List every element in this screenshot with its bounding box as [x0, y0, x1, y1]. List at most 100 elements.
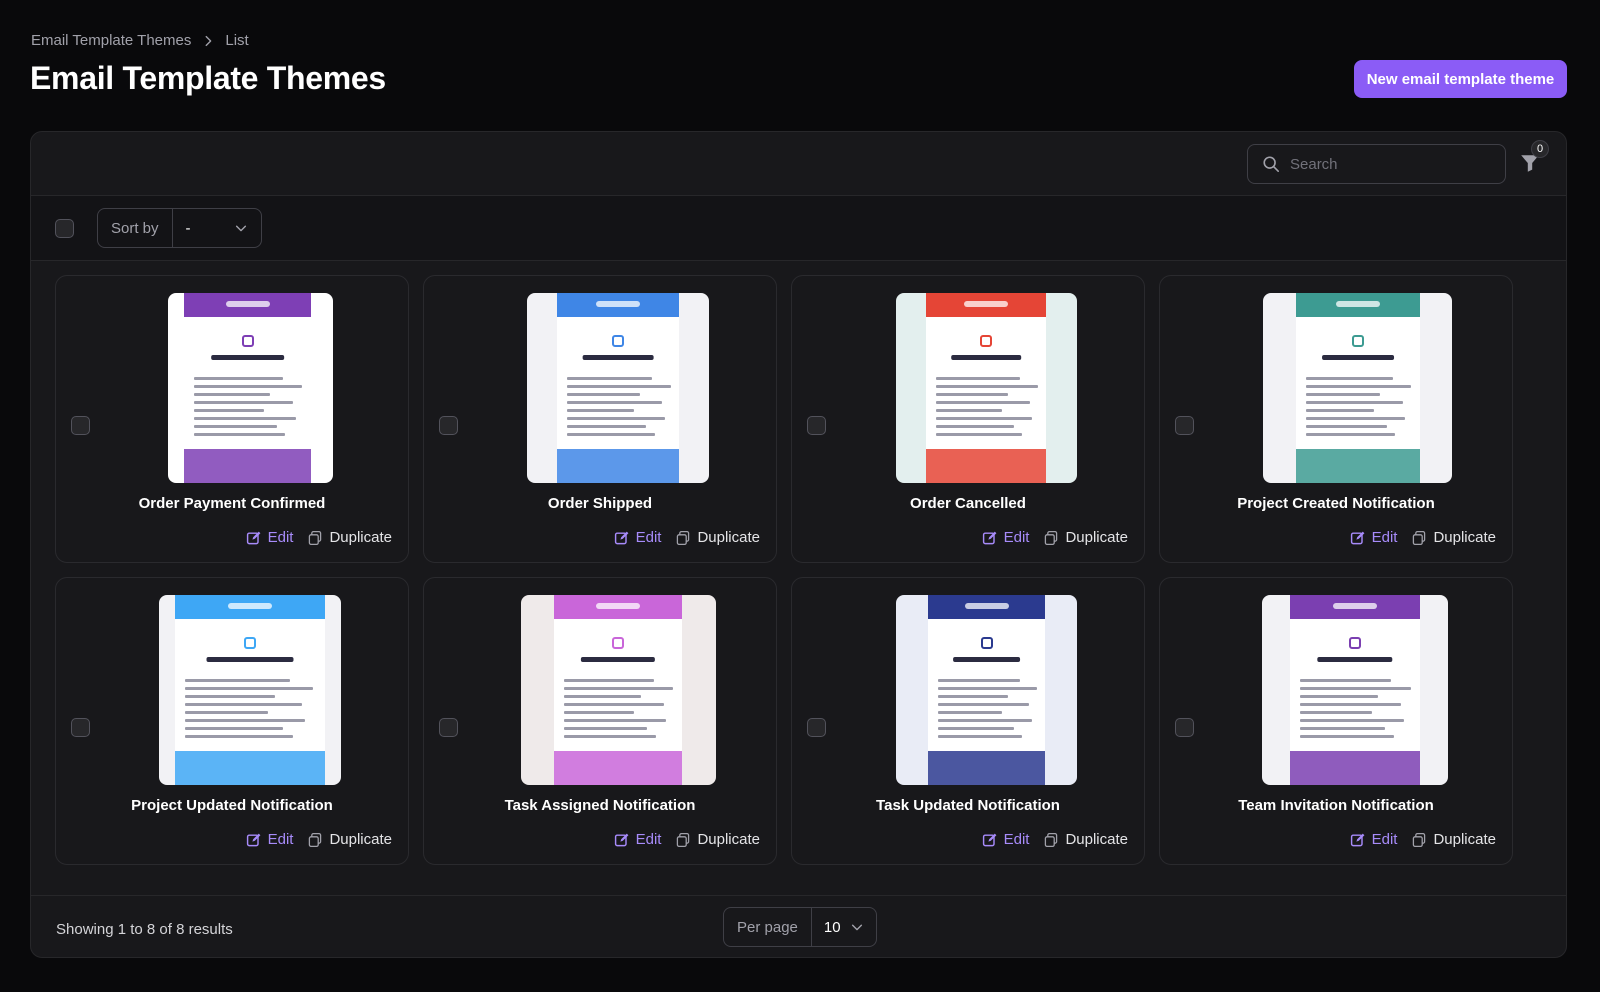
preview-text-line [1300, 703, 1402, 706]
edit-label: Edit [635, 831, 662, 848]
duplicate-button[interactable]: Duplicate [307, 831, 392, 848]
preview-icon [980, 335, 992, 347]
breadcrumb-parent[interactable]: Email Template Themes [31, 32, 191, 49]
template-preview-image[interactable] [1263, 293, 1452, 483]
preview-text-line [938, 695, 1009, 698]
edit-button[interactable]: Edit [1350, 831, 1397, 848]
preview-text-line [1306, 385, 1412, 388]
template-preview-image[interactable] [159, 595, 341, 785]
preview-text-line [564, 687, 673, 690]
card-actions: Edit Duplicate [982, 529, 1128, 546]
company-logo-icon [228, 603, 272, 609]
duplicate-button[interactable]: Duplicate [1411, 831, 1496, 848]
preview-text-line [194, 377, 283, 380]
preview-footer-band [184, 449, 311, 483]
duplicate-label: Duplicate [1433, 529, 1496, 546]
preview-text-line [564, 703, 664, 706]
copy-icon [1413, 530, 1426, 545]
preview-text-line [936, 425, 1014, 428]
duplicate-button[interactable]: Duplicate [675, 831, 760, 848]
card-select-checkbox[interactable] [71, 416, 90, 435]
preview-text-line [936, 417, 1032, 420]
template-card: Task Assigned Notification Edit Duplicat… [423, 577, 777, 865]
copy-icon [1045, 530, 1058, 545]
duplicate-button[interactable]: Duplicate [675, 529, 760, 546]
duplicate-button[interactable]: Duplicate [1411, 529, 1496, 546]
search-input[interactable] [1290, 155, 1480, 173]
edit-button[interactable]: Edit [246, 529, 293, 546]
duplicate-button[interactable]: Duplicate [307, 529, 392, 546]
company-logo-icon [1333, 603, 1377, 609]
template-preview-image[interactable] [1262, 595, 1448, 785]
results-summary: Showing 1 to 8 of 8 results [56, 921, 233, 938]
preview-text-line [194, 401, 294, 404]
edit-icon [246, 833, 260, 846]
card-select-checkbox[interactable] [1175, 416, 1194, 435]
template-preview-image[interactable] [896, 293, 1077, 483]
new-email-template-theme-button[interactable]: New email template theme [1354, 60, 1567, 98]
breadcrumb-current: List [225, 32, 249, 49]
preview-header-band [557, 293, 679, 317]
edit-button[interactable]: Edit [1350, 529, 1398, 546]
preview-header-band [1290, 595, 1420, 619]
edit-button[interactable]: Edit [982, 831, 1029, 848]
per-page-label: Per page [724, 908, 812, 946]
edit-icon [982, 531, 996, 544]
preview-text-line [185, 719, 305, 722]
template-preview-image[interactable] [896, 595, 1077, 785]
records-panel: 0 Sort by - Order Payment Confirmed [30, 131, 1567, 958]
card-title: Task Assigned Notification [504, 797, 696, 814]
duplicate-button[interactable]: Duplicate [1043, 529, 1128, 546]
duplicate-label: Duplicate [1065, 529, 1128, 546]
preview-header-band [928, 595, 1045, 619]
template-preview-image[interactable] [168, 293, 333, 483]
duplicate-label: Duplicate [1065, 831, 1128, 848]
card-title: Team Invitation Notification [1238, 797, 1434, 814]
preview-header-band [926, 293, 1046, 317]
preview-footer-band [554, 751, 682, 785]
sort-select[interactable]: - [173, 209, 261, 247]
sort-select-value: - [185, 219, 191, 237]
search-box[interactable] [1247, 144, 1506, 184]
preview-mail-body [1296, 293, 1420, 483]
preview-text-line [194, 393, 271, 396]
preview-footer-band [1290, 751, 1420, 785]
preview-title-line [1322, 355, 1394, 360]
card-title: Task Updated Notification [876, 797, 1060, 814]
preview-title-line [582, 355, 654, 360]
preview-text-line [936, 393, 1008, 396]
preview-text-line [564, 727, 648, 730]
per-page-control: Per page 10 [723, 907, 877, 947]
card-select-checkbox[interactable] [439, 416, 458, 435]
per-page-select[interactable]: 10 [812, 908, 876, 946]
duplicate-button[interactable]: Duplicate [1043, 831, 1128, 848]
template-preview-image[interactable] [527, 293, 709, 483]
edit-button[interactable]: Edit [246, 831, 293, 848]
edit-button[interactable]: Edit [614, 529, 661, 546]
preview-text-line [185, 679, 290, 682]
preview-title-line [580, 657, 656, 662]
card-title: Order Payment Confirmed [138, 495, 326, 512]
card-select-checkbox[interactable] [1175, 718, 1194, 737]
template-preview-image[interactable] [521, 595, 716, 785]
select-all-checkbox[interactable] [55, 219, 74, 238]
preview-text-line [564, 711, 635, 714]
chevron-right-icon [205, 35, 212, 46]
card-select-checkbox[interactable] [807, 416, 826, 435]
preview-text-line [936, 433, 1023, 436]
table-toolbar: 0 [31, 132, 1566, 196]
preview-text-line [938, 679, 1020, 682]
card-select-checkbox[interactable] [71, 718, 90, 737]
edit-label: Edit [1371, 529, 1398, 546]
preview-text-line [567, 417, 665, 420]
preview-text-line [567, 377, 653, 380]
page-title: Email Template Themes [30, 60, 386, 96]
preview-text-line [185, 711, 268, 714]
edit-button[interactable]: Edit [982, 529, 1029, 546]
card-select-checkbox[interactable] [807, 718, 826, 737]
edit-button[interactable]: Edit [614, 831, 662, 848]
preview-text-line [938, 687, 1038, 690]
filter-button[interactable]: 0 [1519, 140, 1549, 176]
card-select-checkbox[interactable] [439, 718, 458, 737]
per-page-value: 10 [823, 918, 841, 936]
